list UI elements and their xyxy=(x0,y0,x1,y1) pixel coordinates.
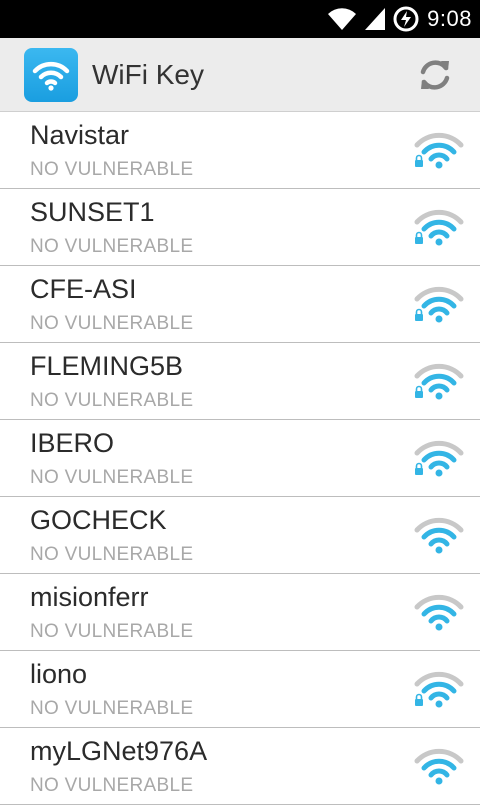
app-title: WiFi Key xyxy=(92,58,204,90)
network-name: GOCHECK xyxy=(30,505,167,535)
network-row[interactable]: Navistar NO VULNERABLE xyxy=(0,112,480,189)
status-bar: 9:08 xyxy=(0,0,480,38)
network-name: myLGNet976A xyxy=(30,736,208,766)
network-row[interactable]: GOCHECK NO VULNERABLE xyxy=(0,497,480,574)
wifi-locked-icon xyxy=(414,363,464,400)
network-name: IBERO xyxy=(30,428,115,458)
wifi-status-icon xyxy=(327,6,357,32)
refresh-icon xyxy=(420,59,450,90)
network-row[interactable]: misionferr NO VULNERABLE xyxy=(0,574,480,651)
wifi-icon xyxy=(414,594,464,631)
network-name: liono xyxy=(30,659,88,689)
wifi-locked-icon xyxy=(414,440,464,477)
network-name: Navistar xyxy=(30,120,130,150)
network-status: NO VULNERABLE xyxy=(30,313,194,334)
battery-charging-icon xyxy=(393,6,419,32)
network-name: SUNSET1 xyxy=(30,197,155,227)
network-status: NO VULNERABLE xyxy=(30,236,194,257)
wifi-icon xyxy=(414,517,464,554)
network-name: CFE-ASI xyxy=(30,274,137,304)
network-name: FLEMING5B xyxy=(30,351,184,381)
network-status: NO VULNERABLE xyxy=(30,698,194,719)
lock-icon xyxy=(415,231,423,244)
network-status: NO VULNERABLE xyxy=(30,467,194,488)
lock-icon xyxy=(415,462,423,475)
network-row[interactable]: FLEMING5B NO VULNERABLE xyxy=(0,343,480,420)
lock-icon xyxy=(415,385,423,398)
refresh-button[interactable] xyxy=(412,52,458,98)
network-row[interactable]: myLGNet976A NO VULNERABLE xyxy=(0,728,480,805)
network-row[interactable]: liono NO VULNERABLE xyxy=(0,651,480,728)
clock: 9:08 xyxy=(427,6,472,31)
cell-signal-icon xyxy=(363,6,387,32)
wifi-icon xyxy=(414,748,464,785)
network-name: misionferr xyxy=(30,582,149,612)
lock-icon xyxy=(415,308,423,321)
wifi-locked-icon xyxy=(414,209,464,246)
lock-icon xyxy=(415,154,423,167)
app-logo-icon xyxy=(24,47,78,102)
network-row[interactable]: CFE-ASI NO VULNERABLE xyxy=(0,266,480,343)
lock-icon xyxy=(415,693,423,706)
network-status: NO VULNERABLE xyxy=(30,621,194,642)
network-row[interactable]: IBERO NO VULNERABLE xyxy=(0,420,480,497)
wifi-locked-icon xyxy=(414,671,464,708)
network-status: NO VULNERABLE xyxy=(30,159,194,180)
wifi-locked-icon xyxy=(414,286,464,323)
network-status: NO VULNERABLE xyxy=(30,544,194,565)
network-status: NO VULNERABLE xyxy=(30,775,194,796)
network-row[interactable]: SUNSET1 NO VULNERABLE xyxy=(0,189,480,266)
action-bar: WiFi Key xyxy=(0,38,480,112)
wifi-locked-icon xyxy=(414,132,464,169)
network-list: Navistar NO VULNERABLE SUNSET1 NO VULNER… xyxy=(0,112,480,805)
network-status: NO VULNERABLE xyxy=(30,390,194,411)
